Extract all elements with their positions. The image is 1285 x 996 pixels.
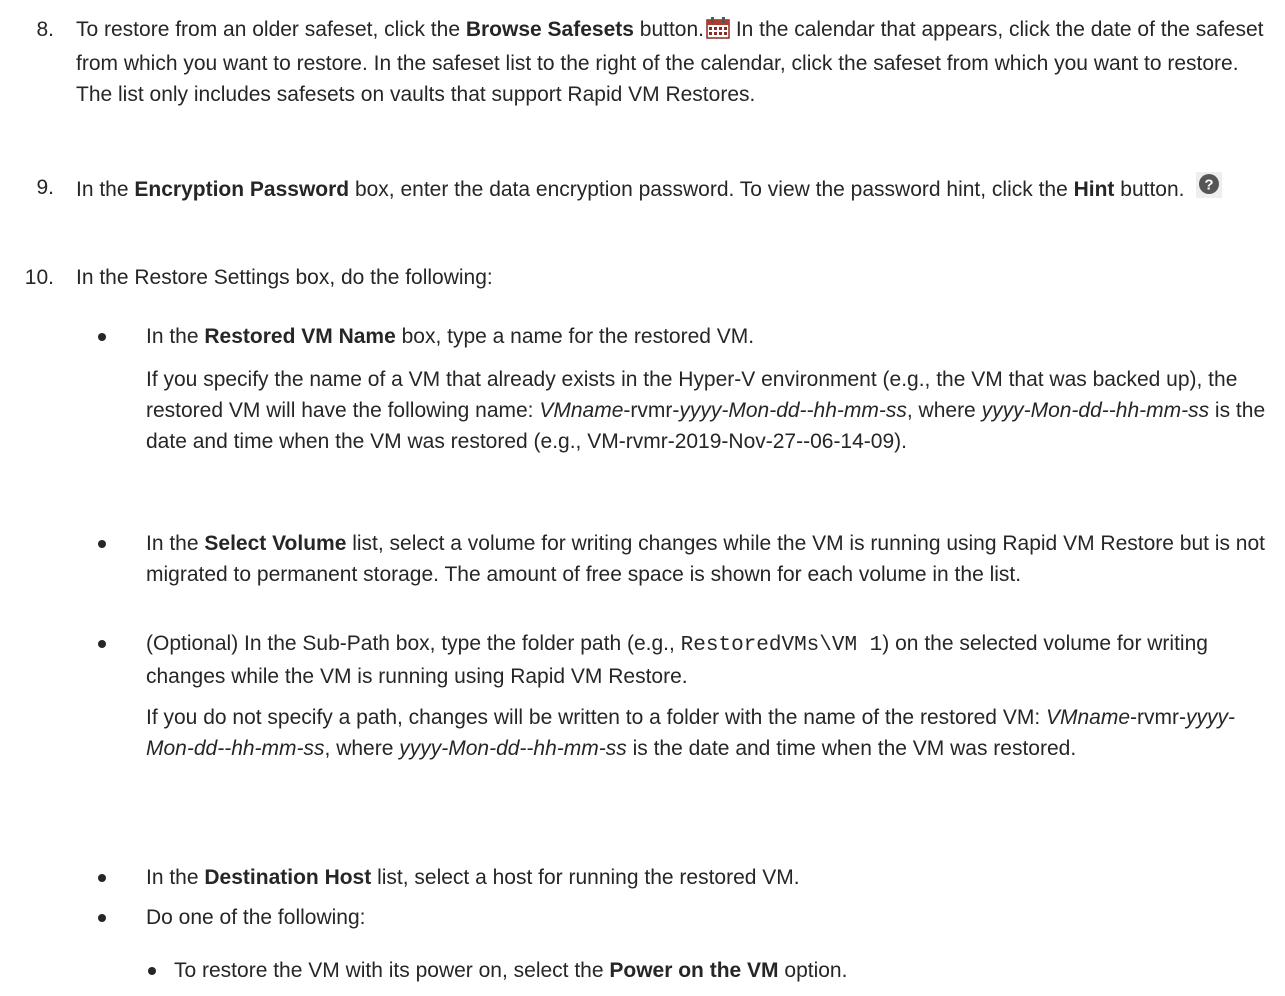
- bullet-detail: If you specify the name of a VM that alr…: [146, 368, 1266, 453]
- bullet-text: (Optional) In the Sub-Path box, type the…: [146, 632, 1208, 688]
- select-volume-label: Select Volume: [204, 532, 347, 555]
- bullet-dot: [98, 914, 106, 922]
- bullet-text: In the Restored VM Name box, type a name…: [146, 325, 755, 348]
- step-text: In the Encryption Password box, enter th…: [76, 172, 1280, 207]
- bullet-dot: [98, 874, 106, 882]
- step-number: 8.: [36, 18, 54, 41]
- bullet-dot: [98, 640, 106, 648]
- browse-safesets-label: Browse Safesets: [465, 18, 634, 41]
- restored-vm-name-label: Restored VM Name: [204, 325, 396, 348]
- bullet-dot: [98, 540, 106, 548]
- hint-label: Hint: [1073, 178, 1115, 201]
- bullet-dot: [148, 967, 156, 975]
- encryption-password-label: Encryption Password: [134, 178, 350, 201]
- sub-bullet-text: To restore the VM with its power on, sel…: [174, 959, 848, 982]
- power-on-vm-label: Power on the VM: [609, 959, 779, 982]
- calendar-icon: [706, 17, 730, 48]
- step-text: To restore from an older safeset, click …: [76, 17, 1264, 106]
- bullet-text: In the Select Volume list, select a volu…: [146, 532, 1265, 586]
- bullet-text: Do one of the following:: [146, 906, 366, 929]
- step-number: 10.: [24, 266, 54, 289]
- step-intro: In the Restore Settings box, do the foll…: [76, 266, 493, 289]
- step-number: 9.: [36, 176, 54, 199]
- help-icon: ?: [1196, 172, 1223, 207]
- destination-host-label: Destination Host: [204, 866, 372, 889]
- svg-text:?: ?: [1205, 177, 1214, 194]
- bullet-dot: [98, 333, 106, 341]
- bullet-text: In the Destination Host list, select a h…: [146, 866, 800, 889]
- sub-path-example: RestoredVMs\VM 1: [680, 634, 883, 657]
- bullet-detail: If you do not specify a path, changes wi…: [146, 706, 1235, 760]
